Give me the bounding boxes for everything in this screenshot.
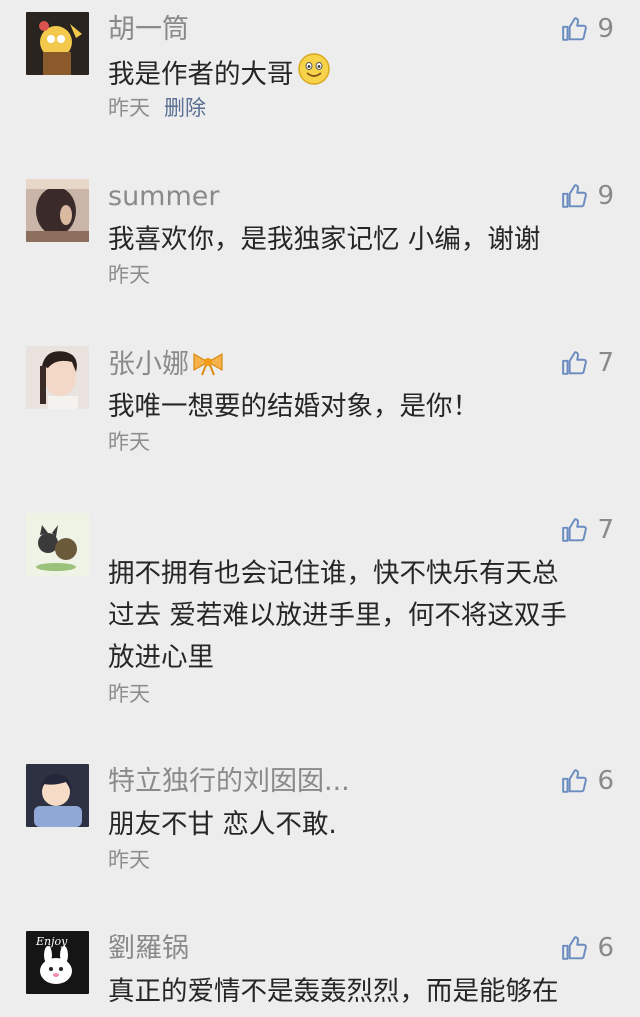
like-button[interactable]: 7 (561, 517, 614, 543)
avatar[interactable] (26, 346, 89, 409)
thumbs-up-icon (562, 17, 588, 41)
avatar[interactable] (26, 764, 89, 827)
comment-author[interactable]: 特立独行的刘囡囡... (108, 768, 350, 795)
comment-time: 昨天 (108, 682, 150, 706)
comment-text: 我喜欢你，是我独家记忆 小编，谢谢 (108, 224, 541, 255)
comment-meta: 昨天 (108, 684, 150, 705)
like-button[interactable]: 6 (561, 935, 614, 961)
like-count: 6 (597, 766, 614, 796)
thumbs-up-icon (562, 351, 588, 375)
comment-meta: 昨天 (108, 850, 150, 871)
comment-text-line: 过去 爱若难以放进手里，何不将这双手 (108, 600, 567, 631)
comment-time: 昨天 (108, 430, 150, 454)
thumbs-up-icon (562, 184, 588, 208)
comment-meta: 昨天 (108, 265, 150, 286)
comment-text-line: 拥不拥有也会记住谁，快不快乐有天总 (108, 558, 559, 589)
like-count: 7 (597, 348, 614, 378)
avatar[interactable] (26, 12, 89, 75)
like-count: 9 (597, 181, 614, 211)
comment-text: 我是作者的大哥 (108, 52, 608, 99)
comment-author[interactable]: 张小娜 (108, 350, 225, 381)
comment-author[interactable]: 胡一筒 (108, 16, 189, 43)
thumbs-up-icon (562, 936, 588, 960)
bow-emoji-icon (191, 350, 225, 381)
avatar[interactable] (26, 513, 89, 576)
smile-emoji-icon (297, 52, 331, 99)
like-button[interactable]: 9 (561, 16, 614, 42)
comment-meta: 昨天 (108, 432, 150, 453)
delete-link[interactable]: 删除 (164, 96, 206, 120)
svg-text:Enjoy: Enjoy (35, 935, 68, 948)
comment-text: 真正的爱情不是轰轰烈烈，而是能够在 (108, 976, 559, 1007)
comment-meta: 昨天 删除 (108, 98, 206, 119)
like-button[interactable]: 7 (561, 350, 614, 376)
comment-author[interactable]: 劉羅锅 (108, 935, 189, 962)
like-count: 9 (597, 14, 614, 44)
like-count: 6 (597, 933, 614, 963)
avatar[interactable]: Enjoy (26, 931, 89, 994)
thumbs-up-icon (562, 518, 588, 542)
thumbs-up-icon (562, 769, 588, 793)
like-button[interactable]: 6 (561, 768, 614, 794)
like-button[interactable]: 9 (561, 183, 614, 209)
like-count: 7 (597, 515, 614, 545)
comment-text-line: 放进心里 (108, 642, 214, 673)
comment-author[interactable]: summer (108, 183, 220, 210)
comment-time: 昨天 (108, 848, 150, 872)
comment-time: 昨天 (108, 96, 150, 120)
comment-text: 朋友不甘 恋人不敢. (108, 809, 337, 840)
comment-time: 昨天 (108, 263, 150, 287)
avatar[interactable] (26, 179, 89, 242)
comment-text: 我唯一想要的结婚对象，是你！ (108, 391, 479, 422)
comment-text: 拥不拥有也会记住谁，快不快乐有天总 过去 爱若难以放进手里，何不将这双手 放进心… (108, 553, 608, 679)
